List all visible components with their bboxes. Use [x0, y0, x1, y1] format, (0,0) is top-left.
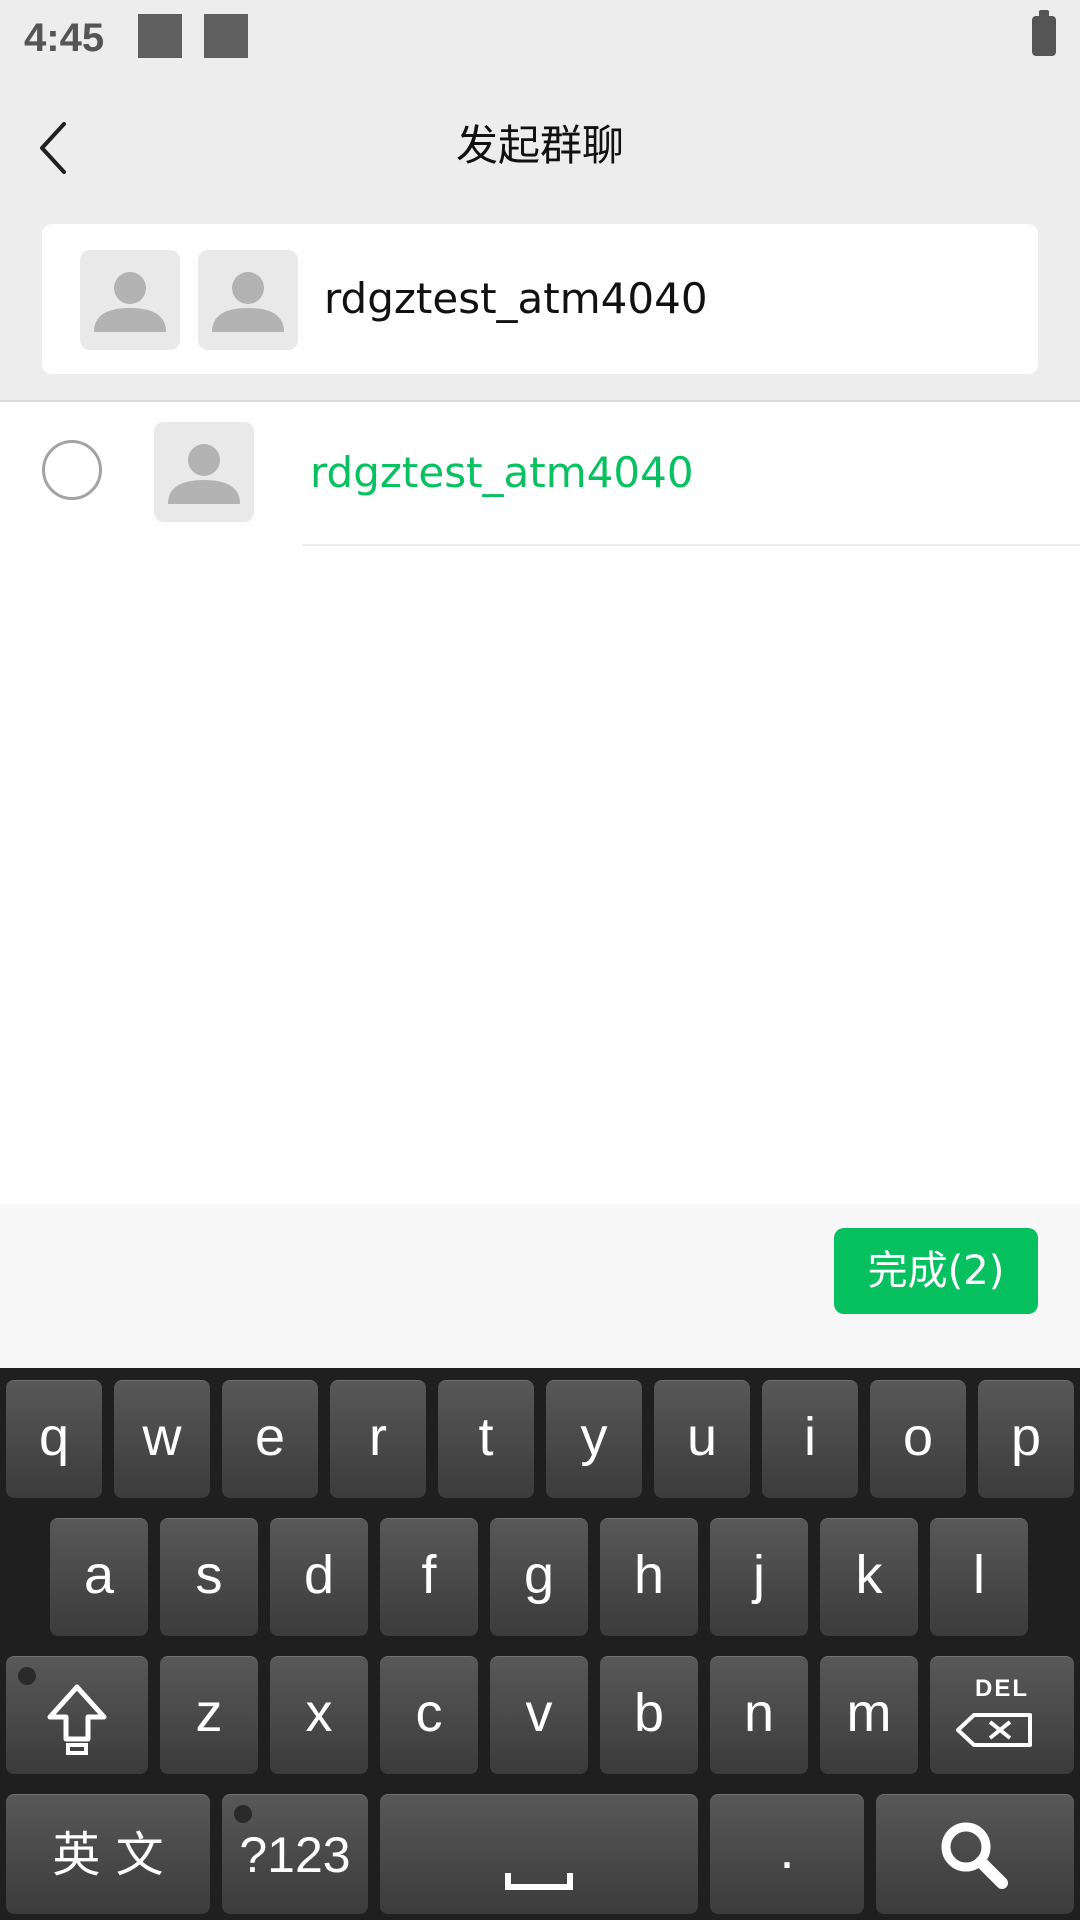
search-key[interactable] [876, 1794, 1074, 1914]
key-h[interactable]: h [600, 1518, 698, 1636]
key-u[interactable]: u [654, 1380, 750, 1498]
symbols-key[interactable]: ?123 [222, 1794, 368, 1914]
status-bar: 4:45 [0, 0, 1080, 76]
space-key[interactable] [380, 1794, 698, 1914]
language-key[interactable]: 英 文 [6, 1794, 210, 1914]
list-item[interactable]: rdgztest_atm4040 [0, 402, 1080, 546]
status-time: 4:45 [24, 16, 105, 60]
key-k[interactable]: k [820, 1518, 918, 1636]
key-y[interactable]: y [546, 1380, 642, 1498]
key-t[interactable]: t [438, 1380, 534, 1498]
period-key[interactable]: . [710, 1794, 864, 1914]
key-c[interactable]: c [380, 1656, 478, 1774]
key-o[interactable]: o [870, 1380, 966, 1498]
avatar [154, 422, 254, 522]
notification-icon [204, 14, 248, 58]
notification-icon [138, 14, 182, 58]
key-g[interactable]: g [490, 1518, 588, 1636]
search-icon [941, 1822, 1008, 1889]
delete-key[interactable]: DEL [930, 1656, 1074, 1774]
del-label: DEL [975, 1675, 1029, 1702]
space-bar-icon [505, 1873, 573, 1890]
key-p[interactable]: p [978, 1380, 1074, 1498]
long-press-hint-dot [18, 1667, 36, 1685]
search-query-text[interactable]: rdgztest_atm4040 [324, 264, 708, 334]
search-input[interactable]: rdgztest_atm4040 [42, 224, 1038, 374]
key-b[interactable]: b [600, 1656, 698, 1774]
divider [302, 544, 1080, 546]
header: 发起群聊 rdgztest_atm4040 [0, 76, 1080, 402]
bottom-action-bar: 完成(2) [0, 1204, 1080, 1368]
key-m[interactable]: m [820, 1656, 918, 1774]
key-e[interactable]: e [222, 1380, 318, 1498]
selected-member-avatar[interactable] [80, 250, 180, 350]
done-button[interactable]: 完成(2) [834, 1228, 1038, 1314]
page-title: 发起群聊 [455, 121, 624, 170]
key-f[interactable]: f [380, 1518, 478, 1636]
key-z[interactable]: z [160, 1656, 258, 1774]
key-q[interactable]: q [6, 1380, 102, 1498]
key-r[interactable]: r [330, 1380, 426, 1498]
contact-name: rdgztest_atm4040 [310, 448, 694, 497]
battery-icon [1032, 10, 1056, 56]
key-d[interactable]: d [270, 1518, 368, 1636]
key-a[interactable]: a [50, 1518, 148, 1636]
person-placeholder-icon [212, 272, 284, 332]
key-j[interactable]: j [710, 1518, 808, 1636]
soft-keyboard: q w e r t y u i o p a s d f g h j k l z … [0, 1368, 1080, 1920]
selected-member-avatar[interactable] [198, 250, 298, 350]
select-radio[interactable] [42, 440, 102, 500]
long-press-hint-dot [234, 1805, 252, 1823]
key-s[interactable]: s [160, 1518, 258, 1636]
key-l[interactable]: l [930, 1518, 1028, 1636]
key-x[interactable]: x [270, 1656, 368, 1774]
key-w[interactable]: w [114, 1380, 210, 1498]
key-n[interactable]: n [710, 1656, 808, 1774]
person-placeholder-icon [94, 272, 166, 332]
backspace-icon [956, 1713, 1032, 1747]
shift-key[interactable] [6, 1656, 148, 1774]
person-placeholder-icon [168, 444, 240, 504]
key-i[interactable]: i [762, 1380, 858, 1498]
key-v[interactable]: v [490, 1656, 588, 1774]
